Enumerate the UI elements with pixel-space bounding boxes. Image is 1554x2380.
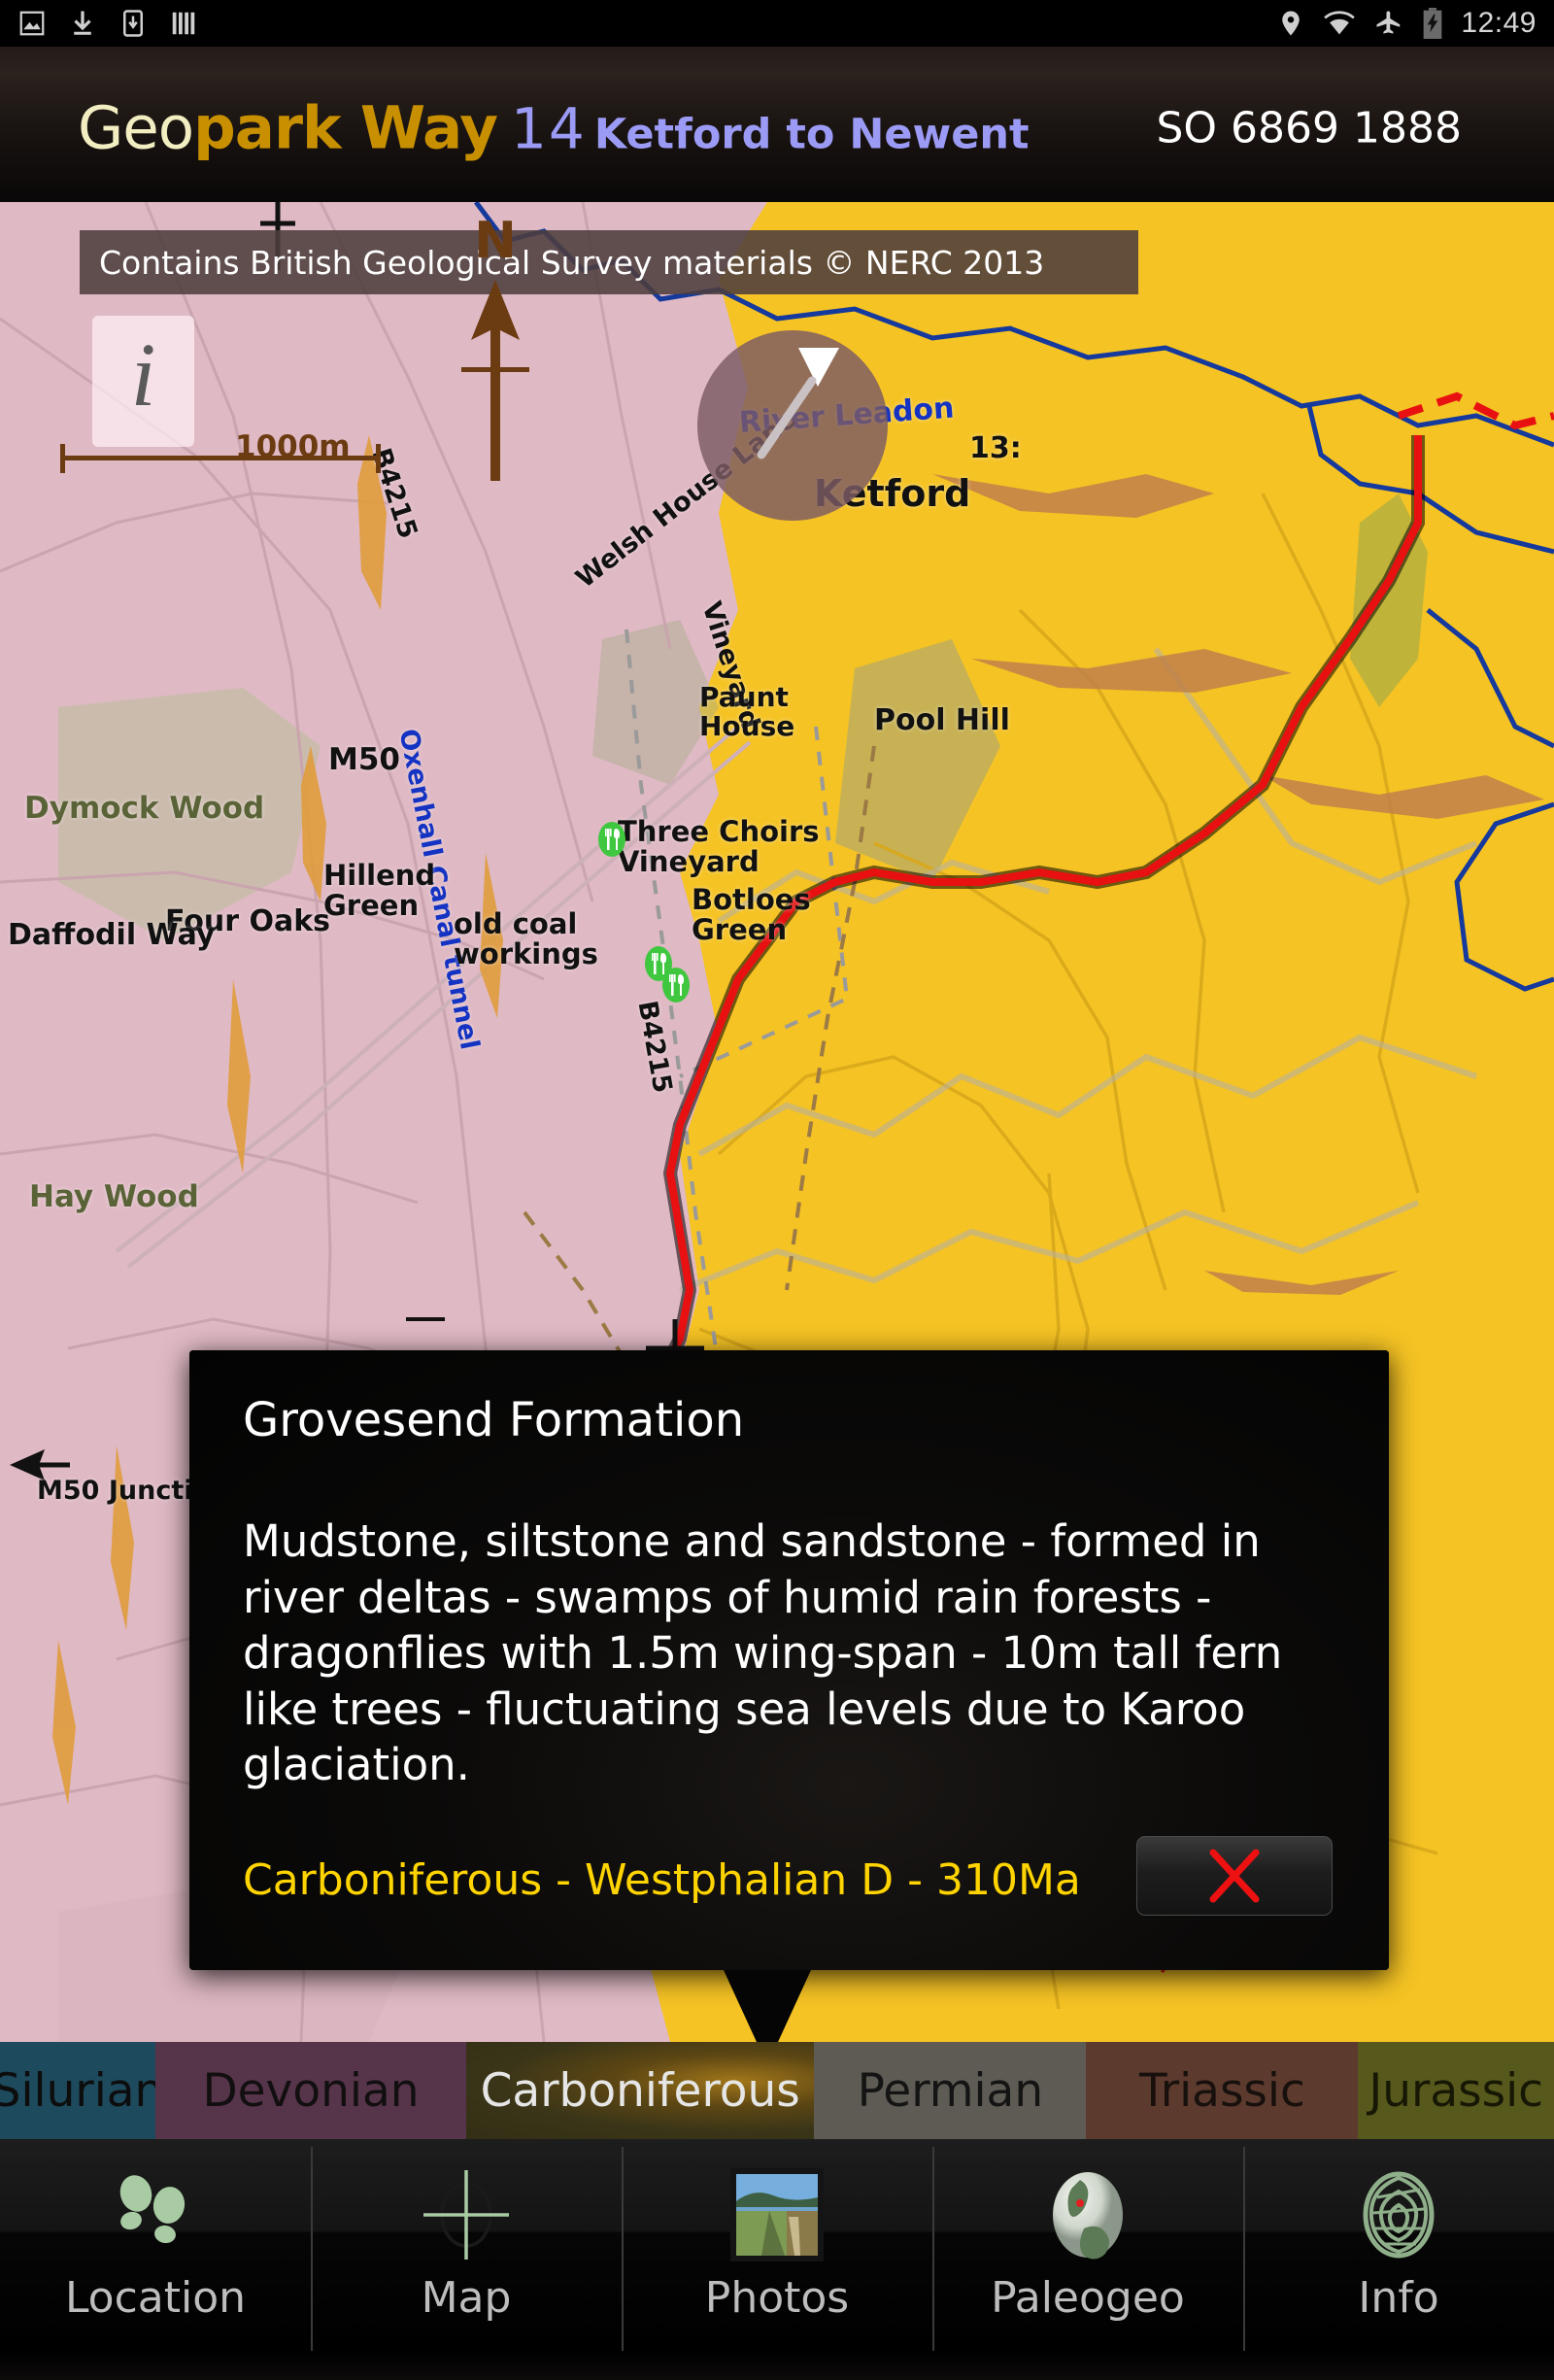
svg-text:N: N xyxy=(474,212,517,270)
brand-park-way: park Way xyxy=(193,93,498,163)
scale-tick-right xyxy=(376,444,381,473)
wifi-icon xyxy=(1324,11,1356,35)
scale-tick-left xyxy=(60,444,65,473)
bgs-copyright-banner: Contains British Geological Survey mater… xyxy=(80,230,1138,294)
geological-timeline[interactable]: Silurian Devonian Carboniferous Permian Tria… xyxy=(0,2042,1554,2139)
timeline-period-silurian[interactable]: Silurian xyxy=(0,2042,155,2139)
status-bar-clock: 12:49 xyxy=(1461,7,1537,39)
battery-charging-icon xyxy=(1424,8,1442,39)
photo-thumbnail-icon xyxy=(730,2160,824,2269)
map-info-button[interactable]: i xyxy=(92,316,194,447)
grid-reference: SO 6869 1888 xyxy=(1156,103,1463,153)
location-pin-icon xyxy=(1282,11,1301,36)
brand-geo: Geo xyxy=(78,93,194,163)
info-i-icon: i xyxy=(130,325,156,425)
nav-item-location[interactable]: Location xyxy=(0,2139,311,2380)
timeline-period-label: Permian xyxy=(857,2063,1044,2118)
dialog-title: Grovesend Formation xyxy=(243,1393,745,1447)
nav-item-map[interactable]: Map xyxy=(311,2139,622,2380)
timeline-period-permian[interactable]: Permian xyxy=(814,2042,1087,2139)
nav-item-label: Location xyxy=(64,2273,247,2323)
timeline-period-label: Carboniferous xyxy=(480,2063,800,2118)
globe-icon xyxy=(1037,2160,1138,2269)
nav-item-label: Photos xyxy=(704,2273,850,2323)
dialog-period-label: Carboniferous - Westphalian D - 310Ma xyxy=(243,1855,1081,1905)
footprints-icon xyxy=(107,2160,204,2269)
download-icon xyxy=(74,11,91,35)
timeline-period-label: Silurian xyxy=(0,2063,155,2118)
airplane-mode-icon xyxy=(1376,11,1401,34)
walk-number: 14 xyxy=(511,95,587,162)
status-bar-left-icons xyxy=(17,0,198,47)
nav-item-label: Paleogeo xyxy=(991,2273,1185,2323)
compass-rose-icon[interactable] xyxy=(697,330,888,521)
app-title: Geopark Way 14 Ketford to Newent xyxy=(78,94,1030,163)
ammonite-fossil-icon xyxy=(1348,2160,1449,2269)
screenshot-image-icon xyxy=(19,11,45,36)
nav-item-photos[interactable]: Photos xyxy=(622,2139,932,2380)
copyright-text: Contains British Geological Survey mater… xyxy=(99,243,1045,282)
status-bar-right-icons: 12:49 xyxy=(1276,0,1537,47)
timeline-period-label: Triassic xyxy=(1138,2063,1305,2118)
timeline-period-devonian[interactable]: Devonian xyxy=(155,2042,466,2139)
timeline-period-carboniferous[interactable]: Carboniferous xyxy=(466,2042,815,2139)
nav-item-label: Info xyxy=(1358,2273,1439,2323)
timeline-period-jurassic[interactable]: Jurassic xyxy=(1358,2042,1554,2139)
bottom-navigation-bar[interactable]: Location Map Photos Paleogeo Info xyxy=(0,2139,1554,2380)
nav-item-info[interactable]: Info xyxy=(1243,2139,1554,2380)
timeline-period-triassic[interactable]: Triassic xyxy=(1086,2042,1359,2139)
android-status-bar: 12:49 xyxy=(0,0,1554,47)
dialog-close-button[interactable] xyxy=(1136,1836,1333,1916)
app-title-bar: Geopark Way 14 Ketford to Newent SO 6869 1… xyxy=(0,47,1554,202)
nav-item-paleogeo[interactable]: Paleogeo xyxy=(932,2139,1243,2380)
geology-info-dialog: Grovesend Formation Mudstone, siltstone … xyxy=(189,1350,1389,1970)
timeline-period-label: Jurassic xyxy=(1368,2063,1544,2118)
north-arrow-icon: N xyxy=(442,204,549,495)
scale-bar-label: 1000m xyxy=(235,429,351,464)
device-download-icon xyxy=(123,10,143,37)
bars-icon xyxy=(172,12,195,35)
walk-subtitle: Ketford to Newent xyxy=(593,110,1030,159)
dialog-description: Mudstone, siltstone and sandstone - form… xyxy=(243,1515,1283,1791)
crosshair-icon xyxy=(416,2160,517,2269)
nav-item-label: Map xyxy=(421,2273,512,2323)
close-x-icon xyxy=(1209,1849,1260,1903)
timeline-period-label: Devonian xyxy=(202,2063,420,2118)
